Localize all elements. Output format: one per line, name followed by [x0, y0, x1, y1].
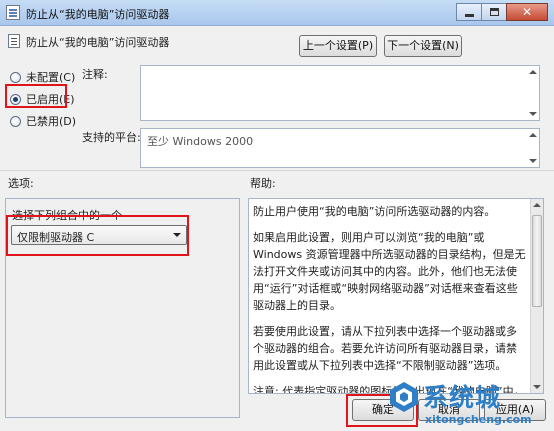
- policy-document-icon: [6, 5, 20, 20]
- window-controls: ✕: [456, 3, 548, 21]
- radio-not-configured[interactable]: 未配置(C): [10, 69, 75, 85]
- watermark-name: 系统城: [423, 383, 502, 412]
- watermark-logo-icon: [390, 382, 418, 412]
- scroll-up-icon[interactable]: [533, 203, 541, 207]
- supported-platform-field: 至少 Windows 2000: [140, 128, 540, 168]
- radio-label: 已禁用(D): [26, 115, 77, 128]
- help-paragraph: 若要使用此设置，请从下拉列表中选择一个驱动器或多个驱动器的组合。若要允许访问所有…: [253, 325, 517, 372]
- watermark-url: xitongcheng.com: [425, 413, 532, 426]
- policy-name: 防止从“我的电脑”访问驱动器: [26, 36, 170, 49]
- policy-setting-icon: [8, 34, 20, 48]
- scroll-up-icon[interactable]: [529, 133, 537, 137]
- comment-scrollbar[interactable]: [527, 66, 539, 120]
- supported-platform-label: 支持的平台:: [82, 131, 141, 144]
- highlight-dropdown: [6, 215, 189, 256]
- watermark: 系统城 xitongcheng.com: [381, 378, 551, 430]
- minimize-button[interactable]: [456, 3, 482, 21]
- help-text: 防止用户使用“我的电脑”访问所选驱动器的内容。 如果启用此设置，则用户可以浏览“…: [253, 203, 527, 393]
- title-bar[interactable]: 防止从“我的电脑”访问驱动器 ✕: [0, 0, 554, 26]
- comment-field[interactable]: [140, 65, 540, 121]
- minimize-icon: [465, 14, 474, 17]
- radio-circle-icon: [10, 115, 21, 127]
- radio-circle-icon: [10, 71, 21, 83]
- divider: [0, 170, 554, 171]
- radio-disabled[interactable]: 已禁用(D): [10, 113, 76, 129]
- highlight-enabled: [5, 84, 67, 108]
- next-setting-button[interactable]: 下一个设置(N): [384, 35, 462, 57]
- help-paragraph: 如果启用此设置，则用户可以浏览“我的电脑”或 Windows 资源管理器中所选驱…: [253, 231, 526, 312]
- close-button[interactable]: ✕: [506, 3, 548, 21]
- previous-setting-button[interactable]: 上一个设置(P): [299, 35, 377, 57]
- close-icon: ✕: [521, 5, 533, 19]
- window-title: 防止从“我的电脑”访问驱动器: [26, 8, 170, 21]
- scroll-thumb[interactable]: [532, 215, 542, 307]
- scroll-down-icon[interactable]: [529, 159, 537, 163]
- supported-platform-value: 至少 Windows 2000: [147, 135, 254, 148]
- policy-dialog: 防止从“我的电脑”访问驱动器 ✕ 防止从“我的电脑”访问驱动器 上一个设置(P)…: [0, 0, 554, 431]
- help-pane: 防止用户使用“我的电脑”访问所选驱动器的内容。 如果启用此设置，则用户可以浏览“…: [248, 198, 544, 394]
- radio-label: 未配置(C): [26, 71, 76, 84]
- maximize-icon: [490, 8, 499, 16]
- scroll-up-icon[interactable]: [529, 70, 537, 74]
- platform-scrollbar[interactable]: [527, 129, 539, 167]
- options-section-label: 选项:: [8, 177, 34, 190]
- maximize-button[interactable]: [481, 3, 507, 21]
- help-section-label: 帮助:: [250, 177, 276, 190]
- help-paragraph: 防止用户使用“我的电脑”访问所选驱动器的内容。: [253, 205, 496, 218]
- comment-label: 注释:: [82, 68, 108, 81]
- help-scrollbar[interactable]: [530, 199, 543, 393]
- scroll-down-icon[interactable]: [529, 112, 537, 116]
